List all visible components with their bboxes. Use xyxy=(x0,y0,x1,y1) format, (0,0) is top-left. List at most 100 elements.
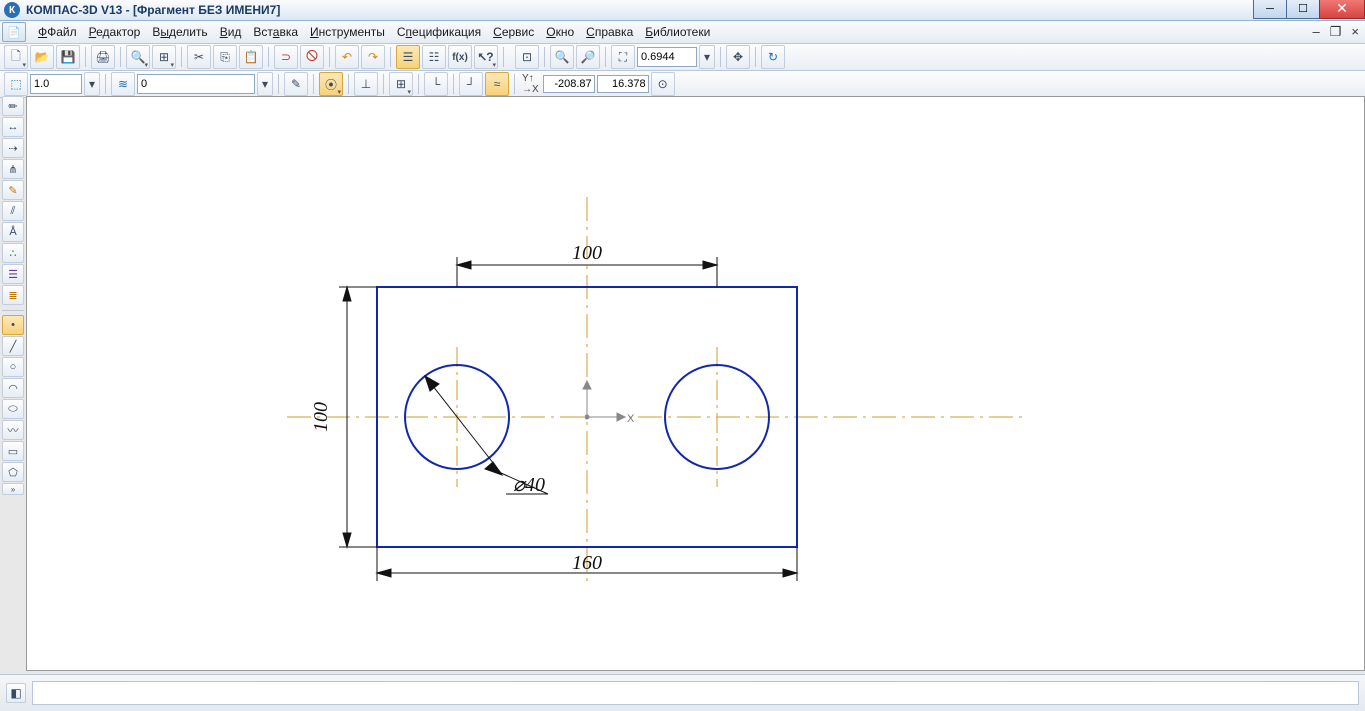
new-button[interactable]: 🗋 xyxy=(4,45,28,69)
point-tool[interactable]: • xyxy=(2,315,24,335)
zoom-window-button[interactable]: ⊡ xyxy=(515,45,539,69)
line-icon: ╱ xyxy=(10,340,17,353)
drawing-svg: X 100 160 100 ⌀40 xyxy=(27,97,1363,671)
notation-icon: ⇢ xyxy=(8,142,17,155)
select-icon: ∴ xyxy=(10,247,17,260)
grid-button[interactable]: ⊞ xyxy=(389,72,413,96)
coord-x-label: Y↑→X xyxy=(522,73,539,95)
window-controls: ─ ☐ ✕ xyxy=(1253,0,1365,19)
notation-tool[interactable]: ⇢ xyxy=(2,138,24,158)
circle-tool[interactable]: ○ xyxy=(2,357,24,377)
layer-icon-button[interactable]: ≋ xyxy=(111,72,135,96)
menu-spec[interactable]: Спецификация xyxy=(391,22,487,42)
mdi-close-button[interactable]: × xyxy=(1351,24,1359,40)
redo-button[interactable]: ↷ xyxy=(361,45,385,69)
menu-editor[interactable]: Редактор xyxy=(83,22,147,42)
minimize-button[interactable]: ─ xyxy=(1253,0,1286,19)
zoom-value-input[interactable]: 0.6944 xyxy=(637,47,697,67)
menu-insert[interactable]: Вставка xyxy=(247,22,304,42)
coord-y-input[interactable]: 16.378 xyxy=(597,75,649,93)
ortho-icon: ┘ xyxy=(467,77,476,91)
layer-input[interactable]: 0 xyxy=(137,74,255,94)
current-state-button[interactable]: ⬚ xyxy=(4,72,28,96)
menu-service[interactable]: Сервис xyxy=(487,22,540,42)
menu-file[interactable]: ФФайл xyxy=(32,22,83,42)
menu-libraries[interactable]: Библиотеки xyxy=(639,22,716,42)
spline-tool[interactable]: 〰 xyxy=(2,420,24,440)
properties-icon: ⊞ xyxy=(159,50,169,64)
mdi-restore-button[interactable]: ❐ xyxy=(1330,24,1342,40)
undo-icon: ↶ xyxy=(342,50,352,64)
scale-input[interactable]: 1.0 xyxy=(30,74,82,94)
menu-view[interactable]: Вид xyxy=(214,22,248,42)
layer-dropdown[interactable]: ▾ xyxy=(257,72,273,96)
param-tool[interactable]: ⫽ xyxy=(2,201,24,221)
roughness-tool[interactable]: ⋔ xyxy=(2,159,24,179)
copy-button[interactable]: ⎘ xyxy=(213,45,237,69)
system-menu-button[interactable]: 📄 xyxy=(2,22,26,42)
measure-tool[interactable]: Å xyxy=(2,222,24,242)
redo-icon: ↷ xyxy=(368,50,378,64)
rect-tool[interactable]: ▭ xyxy=(2,441,24,461)
brush-button[interactable]: ✎ xyxy=(284,72,308,96)
pan-button[interactable]: ✥ xyxy=(726,45,750,69)
undo-button[interactable]: ↶ xyxy=(335,45,359,69)
coord-lock-button[interactable]: ⊙ xyxy=(651,72,675,96)
edit-tool[interactable]: ✎ xyxy=(2,180,24,200)
reports-tool[interactable]: ≣ xyxy=(2,285,24,305)
select-tool[interactable]: ∴ xyxy=(2,243,24,263)
menu-help[interactable]: Справка xyxy=(580,22,639,42)
save-button[interactable]: 💾 xyxy=(56,45,80,69)
ortho-button[interactable]: ┘ xyxy=(459,72,483,96)
line-tool[interactable]: ╱ xyxy=(2,336,24,356)
menu-window[interactable]: Окно xyxy=(540,22,580,42)
perpendicular-button[interactable]: ⊥ xyxy=(354,72,378,96)
dimensions-tool[interactable]: ↔ xyxy=(2,117,24,137)
close-button[interactable]: ✕ xyxy=(1319,0,1365,19)
stop-button[interactable]: 🛇 xyxy=(300,45,324,69)
menu-select[interactable]: Выделить xyxy=(146,22,213,42)
point-icon: • xyxy=(11,319,15,331)
magnet-button[interactable]: ⊃ xyxy=(274,45,298,69)
mdi-minimize-button[interactable]: – xyxy=(1313,24,1320,40)
arc-tool[interactable]: ◠ xyxy=(2,378,24,398)
ortho-lcs-button[interactable]: └ xyxy=(424,72,448,96)
open-button[interactable]: 📂 xyxy=(30,45,54,69)
drawing-canvas[interactable]: X 100 160 100 ⌀40 xyxy=(26,96,1365,671)
properties-button[interactable]: ⊞ xyxy=(152,45,176,69)
copy-icon: ⎘ xyxy=(220,50,230,65)
dim-rect-height: 100 xyxy=(310,402,332,432)
zoom-fit-button[interactable]: ⛶ xyxy=(611,45,635,69)
ellipse-tool[interactable]: ⬭ xyxy=(2,399,24,419)
standard-toolbar: 🗋 📂 💾 🖨 🔍 ⊞ ✂ ⎘ 📋 ⊃ 🛇 ↶ ↷ ☰ ☷ f(x) ⭦? ⊡ … xyxy=(0,44,1365,71)
zoom-fit-icon: ⛶ xyxy=(619,50,627,65)
zoom-in-button[interactable]: 🔍 xyxy=(550,45,574,69)
refresh-button[interactable]: ↻ xyxy=(761,45,785,69)
help-context-button[interactable]: ⭦? xyxy=(474,45,498,69)
print-button[interactable]: 🖨 xyxy=(91,45,115,69)
status-expand-button[interactable]: ◧ xyxy=(6,683,26,703)
zoom-dropdown-button[interactable]: ▾ xyxy=(699,45,715,69)
coord-x-input[interactable]: -208.87 xyxy=(543,75,595,93)
cut-button[interactable]: ✂ xyxy=(187,45,211,69)
paste-button[interactable]: 📋 xyxy=(239,45,263,69)
param-icon: ⫽ xyxy=(11,205,16,218)
menu-tools[interactable]: Инструменты xyxy=(304,22,391,42)
variables-button[interactable]: f(x) xyxy=(448,45,472,69)
geometry-tool[interactable]: ✏ xyxy=(2,96,24,116)
expand-tool[interactable]: » xyxy=(2,483,24,495)
preview-button[interactable]: 🔍 xyxy=(126,45,150,69)
spec-button[interactable]: ☷ xyxy=(422,45,446,69)
status-bar: ◧ xyxy=(0,674,1365,711)
spec2-tool[interactable]: ☰ xyxy=(2,264,24,284)
pencil-icon: ✏ xyxy=(8,100,17,113)
snap-button[interactable]: ⦿ xyxy=(319,72,343,96)
zoom-out-button[interactable]: 🔎 xyxy=(576,45,600,69)
manager-button[interactable]: ☰ xyxy=(396,45,420,69)
zoom-value-text: 0.6944 xyxy=(641,51,675,63)
polygn-tool[interactable]: ⬠ xyxy=(2,462,24,482)
maximize-button[interactable]: ☐ xyxy=(1286,0,1319,19)
round-button[interactable]: ≈ xyxy=(485,72,509,96)
scale-dropdown[interactable]: ▾ xyxy=(84,72,100,96)
lcs-icon: └ xyxy=(432,77,441,91)
